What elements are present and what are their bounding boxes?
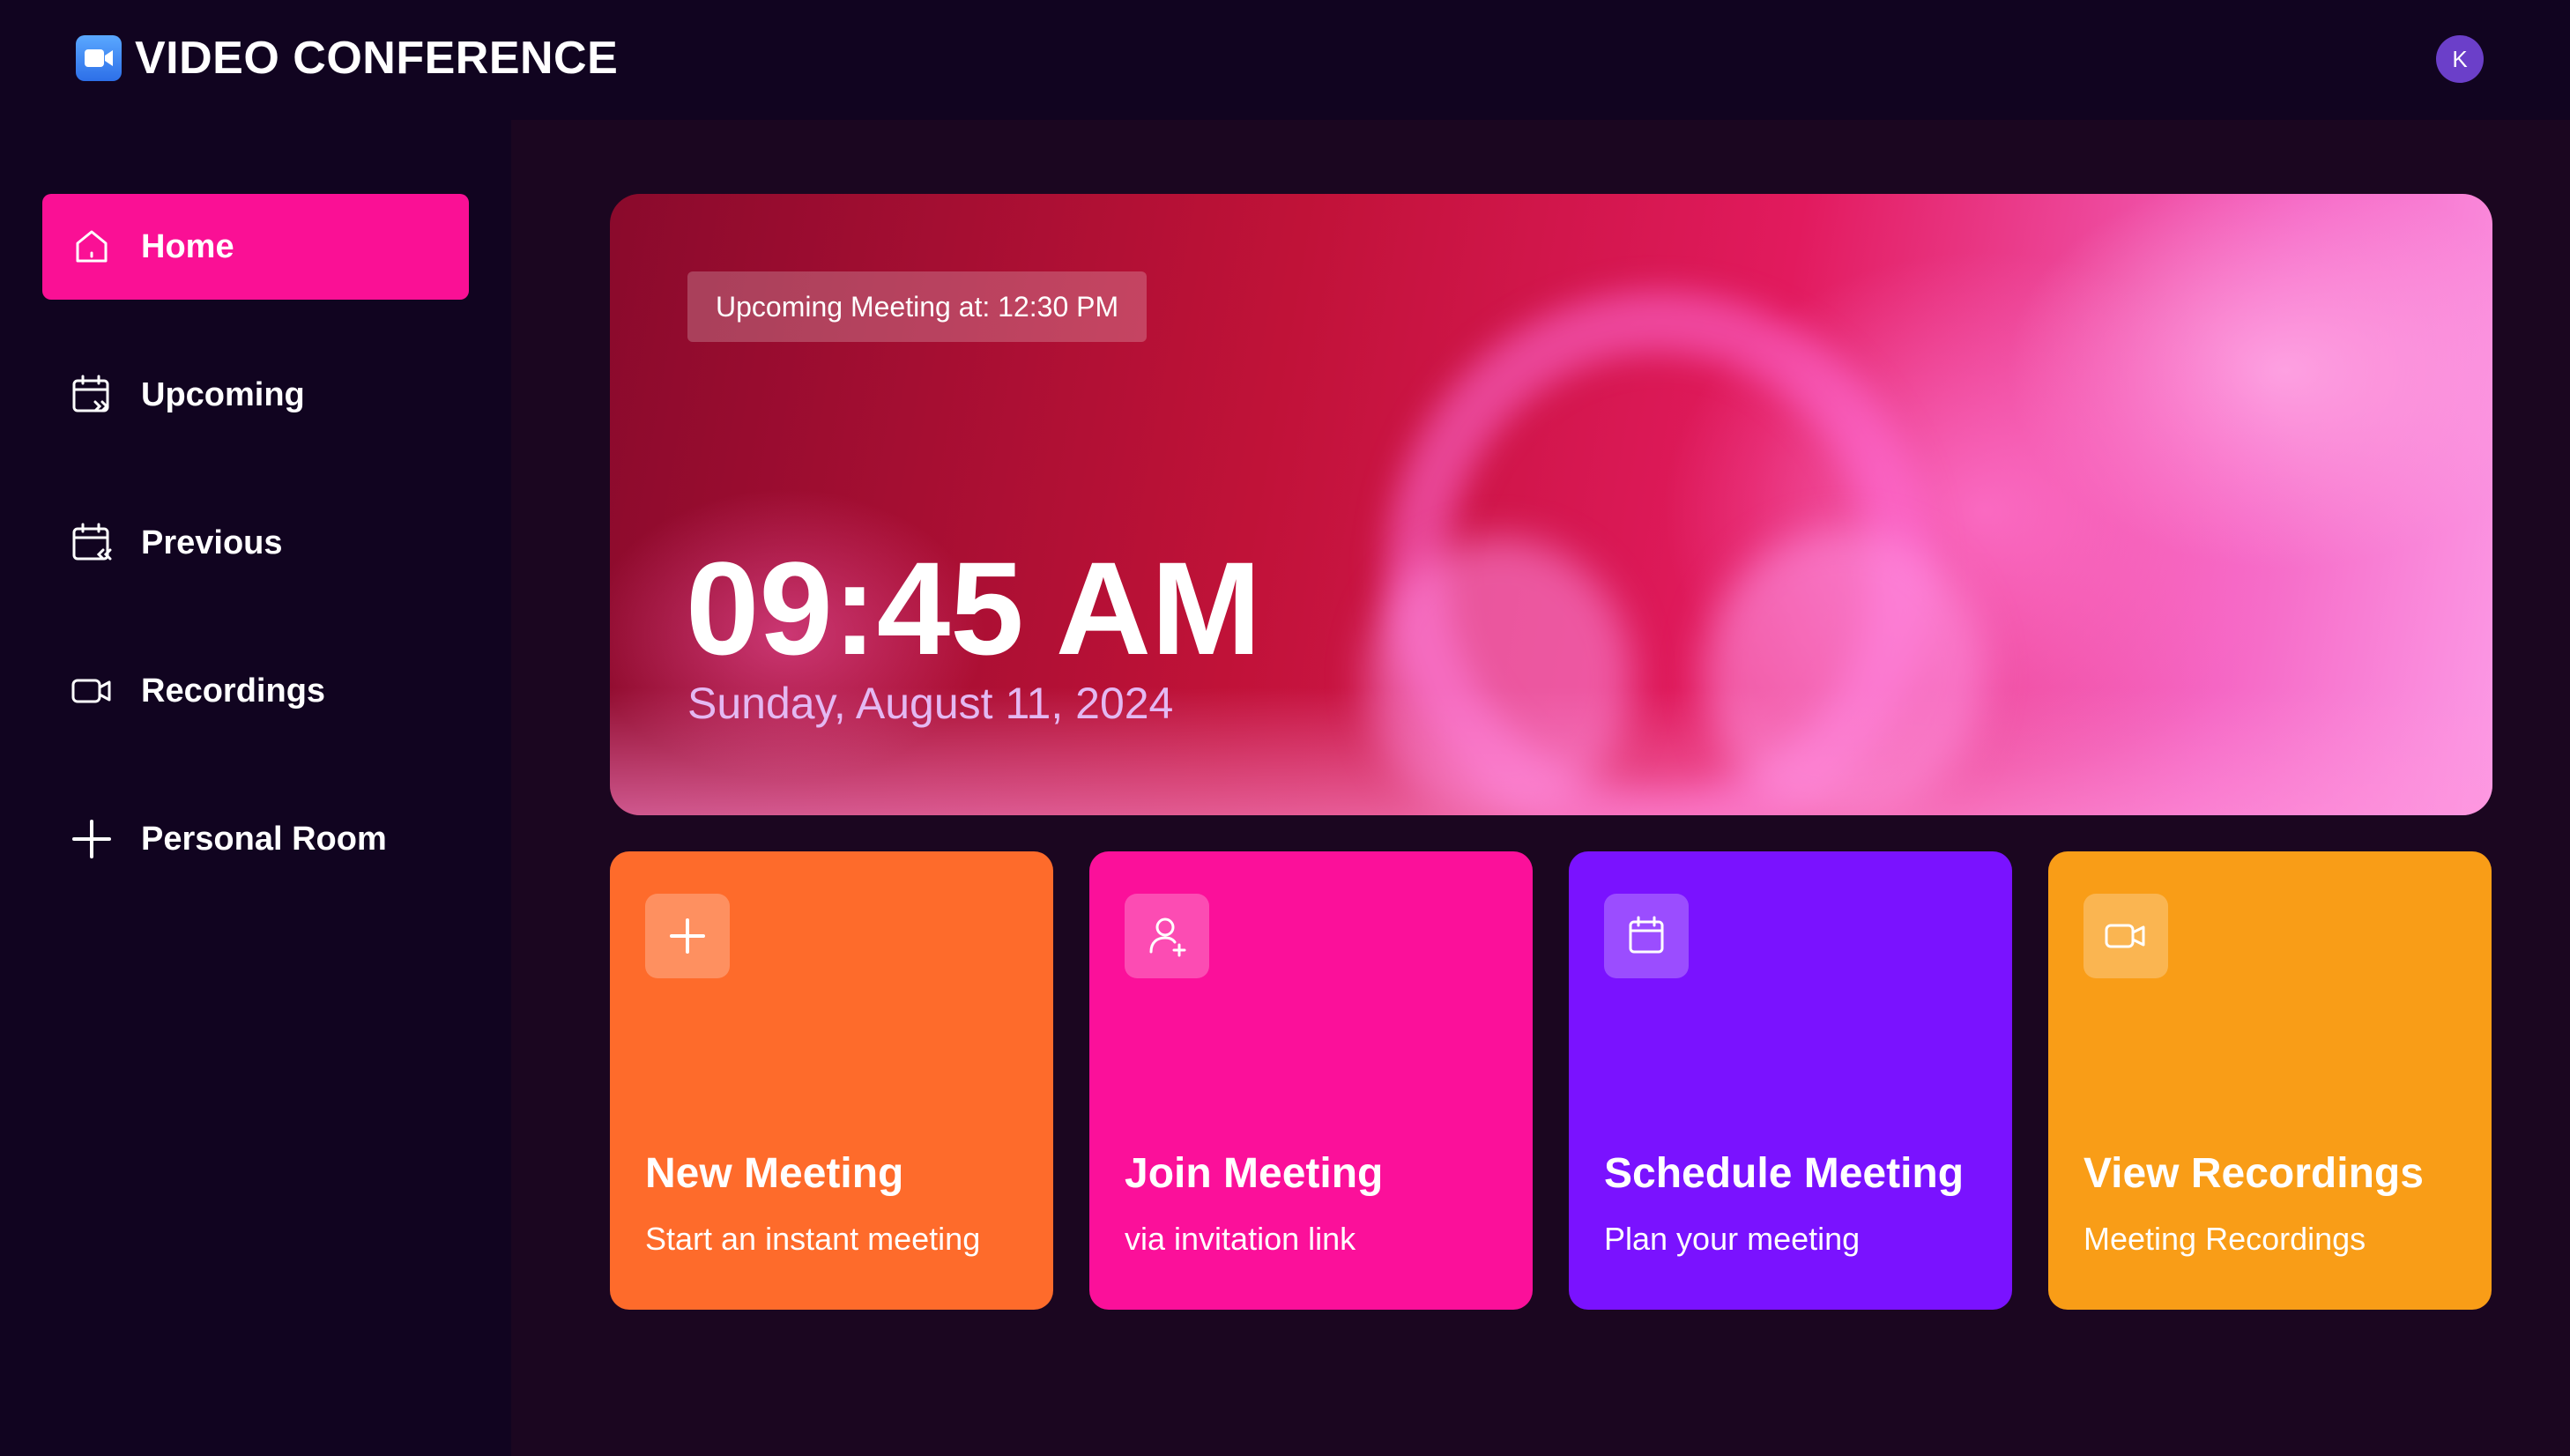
- card-subtitle: Meeting Recordings: [2083, 1221, 2366, 1257]
- app-title[interactable]: VIDEO CONFERENCE: [135, 30, 618, 86]
- home-icon: [76, 230, 108, 263]
- sidebar-item-label: Upcoming: [141, 376, 305, 413]
- sidebar-item-label: Personal Room: [141, 821, 387, 858]
- sidebar-item-label: Home: [141, 228, 234, 265]
- sidebar-item-label: Recordings: [141, 672, 326, 709]
- schedule-meeting-card[interactable]: Schedule Meeting Plan your meeting: [1569, 851, 2012, 1310]
- sidebar-item-home[interactable]: Home: [42, 194, 469, 300]
- current-date: Sunday, August 11, 2024: [687, 679, 1174, 728]
- card-title: Join Meeting: [1125, 1150, 1384, 1197]
- sidebar-item-label: Previous: [141, 524, 283, 561]
- video-icon: [2083, 894, 2168, 978]
- user-avatar[interactable]: K: [2436, 35, 2484, 83]
- card-subtitle: Start an instant meeting: [645, 1221, 981, 1257]
- new-meeting-card[interactable]: New Meeting Start an instant meeting: [610, 851, 1053, 1310]
- current-time: 09:45 AM: [686, 534, 1262, 682]
- sidebar-item-personal-room[interactable]: Personal Room: [42, 786, 469, 892]
- join-meeting-card[interactable]: Join Meeting via invitation link: [1089, 851, 1533, 1310]
- sidebar-item-previous[interactable]: Previous: [42, 490, 469, 596]
- video-camera-logo-icon[interactable]: [76, 35, 122, 81]
- sidebar: Home Upcoming Previous Recordings Person…: [0, 120, 511, 1456]
- sidebar-item-recordings[interactable]: Recordings: [42, 638, 469, 744]
- calendar-icon: [1604, 894, 1689, 978]
- calendar-forward-icon: [72, 375, 109, 412]
- plus-icon: [645, 894, 730, 978]
- calendar-back-icon: [72, 523, 112, 561]
- card-subtitle: Plan your meeting: [1604, 1221, 1861, 1257]
- user-plus-icon: [1125, 894, 1209, 978]
- plus-icon: [72, 820, 111, 858]
- sidebar-item-upcoming[interactable]: Upcoming: [42, 342, 469, 448]
- video-icon: [71, 679, 111, 703]
- hero-banner: Upcoming Meeting at: 12:30 PM 09:45 AM S…: [610, 194, 2492, 815]
- view-recordings-card[interactable]: View Recordings Meeting Recordings: [2048, 851, 2492, 1310]
- card-title: New Meeting: [645, 1150, 904, 1197]
- top-bar: VIDEO CONFERENCE K: [0, 0, 2570, 120]
- card-subtitle: via invitation link: [1125, 1221, 1356, 1257]
- card-title: View Recordings: [2083, 1150, 2424, 1197]
- card-title: Schedule Meeting: [1604, 1150, 1965, 1197]
- upcoming-meeting-badge: Upcoming Meeting at: 12:30 PM: [687, 271, 1148, 342]
